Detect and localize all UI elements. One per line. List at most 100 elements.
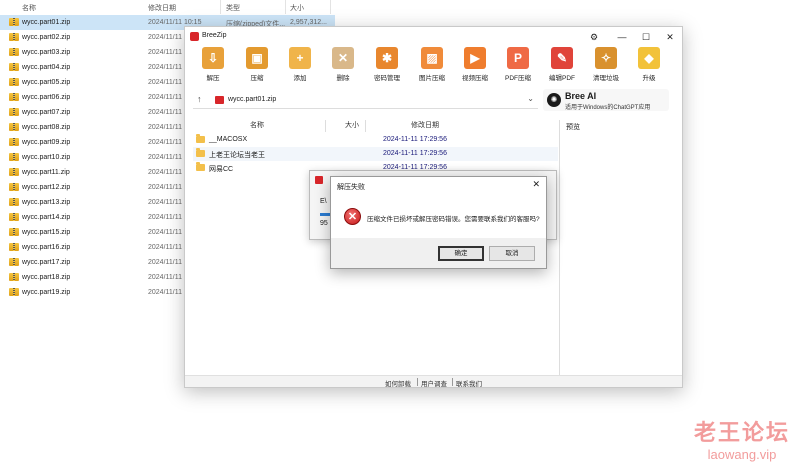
file-date: 2024/11/11 <box>148 169 182 176</box>
zip-folder-icon <box>9 93 19 101</box>
file-date: 2024/11/11 <box>148 289 182 296</box>
explorer-header: 名称 修改日期 类型 大小 <box>0 0 335 14</box>
file-date: 2024/11/11 <box>148 229 182 236</box>
file-date: 2024/11/11 <box>148 199 182 206</box>
file-date: 2024/11/11 <box>148 94 182 101</box>
error-title: 解压失败 <box>337 184 365 191</box>
toolbar-button-pdf-compress[interactable]: P PDF压缩 <box>496 47 540 87</box>
error-body: ✕ 压缩文件已损坏或解压密码错误。您需要联系我们的客服吗? <box>331 194 546 238</box>
column-name[interactable]: 名称 <box>250 120 264 132</box>
zip-folder-icon <box>9 213 19 221</box>
settings-icon[interactable]: ⚙ <box>585 30 603 44</box>
error-icon: ✕ <box>344 208 361 225</box>
header-type[interactable]: 类型 <box>226 3 240 13</box>
toolbar-button-video-compress[interactable]: ▶ 视频压缩 <box>453 47 497 87</box>
zip-folder-icon <box>9 108 19 116</box>
survey-link[interactable]: 用户调查 <box>421 378 447 388</box>
breezip-logo-icon <box>190 32 199 41</box>
file-date: 2024/11/11 <box>148 214 182 221</box>
header-size[interactable]: 大小 <box>290 3 304 13</box>
column-size[interactable]: 大小 <box>345 120 359 132</box>
file-name: wycc.part13.zip <box>22 199 71 206</box>
status-bar: 如何卸载 用户调查 联系我们 <box>185 375 682 388</box>
file-name: wycc.part11.zip <box>22 169 70 176</box>
toolbar: ⇩ 解压 ▣ 压缩 + 添加 ✕ 删除 ✱ 密码管理 ▨ 图片压缩 ▶ 视频压缩 P PDF压缩 ✎ 编辑PDF ✧… <box>185 47 682 89</box>
bree-ai-banner[interactable]: ✺ Bree AI 适用于Windows的ChatGPT应用 <box>543 89 669 111</box>
file-date: 2024/11/11 <box>148 274 182 281</box>
file-name: wycc.part10.zip <box>22 154 71 161</box>
close-button[interactable]: ✕ <box>661 30 679 44</box>
cancel-button[interactable]: 取消 <box>489 246 535 261</box>
file-date: 2024/11/11 <box>148 139 182 146</box>
zip-folder-icon <box>9 123 19 131</box>
title-bar: BreeZip ⚙ — ☐ ✕ <box>185 27 682 47</box>
toolbar-button-delete[interactable]: ✕ 删除 <box>321 47 365 87</box>
zip-folder-icon <box>9 138 19 146</box>
file-name: wycc.part17.zip <box>22 259 71 266</box>
ok-button[interactable]: 确定 <box>438 246 484 261</box>
watermark-title: 老王论坛 <box>693 420 790 445</box>
toolbar-button-add[interactable]: + 添加 <box>278 47 322 87</box>
file-date: 2024/11/11 <box>148 244 182 251</box>
toolbar-button-compress[interactable]: ▣ 压缩 <box>235 47 279 87</box>
contact-link[interactable]: 联系我们 <box>456 378 482 388</box>
progress-path: E\ <box>320 198 327 205</box>
header-name[interactable]: 名称 <box>22 3 36 13</box>
ai-subtitle: 适用于Windows的ChatGPT应用 <box>565 105 651 111</box>
toolbar-button-image-compress[interactable]: ▨ 图片压缩 <box>410 47 454 87</box>
file-name: wycc.part18.zip <box>22 274 71 281</box>
toolbar-label: 压缩 <box>250 75 264 82</box>
breezip-logo-icon <box>315 176 323 184</box>
file-name: wycc.part03.zip <box>22 49 71 56</box>
folder-icon <box>196 134 205 143</box>
toolbar-button-upgrade[interactable]: ◆ 升级 <box>627 47 671 87</box>
close-icon[interactable]: ✕ <box>532 179 540 190</box>
file-size: 2,957,312... <box>290 19 327 26</box>
file-name: wycc.part12.zip <box>22 184 71 191</box>
archive-row[interactable]: 上老王论坛当老王 2024-11-11 17:29:56 <box>193 147 558 161</box>
file-name: wycc.part01.zip <box>22 19 71 26</box>
entry-date: 2024-11-11 17:29:56 <box>383 136 447 143</box>
add-icon: + <box>289 47 311 69</box>
toolbar-label: 清理垃圾 <box>593 75 619 82</box>
toolbar-button-edit-pdf[interactable]: ✎ 编辑PDF <box>540 47 584 87</box>
entry-date: 2024-11-11 17:29:56 <box>383 150 447 157</box>
file-name: wycc.part04.zip <box>22 64 71 71</box>
column-date[interactable]: 修改日期 <box>411 120 439 132</box>
entry-name: __MACOSX <box>209 136 248 143</box>
uninstall-link[interactable]: 如何卸载 <box>385 378 411 388</box>
file-date: 2024/11/11 <box>148 64 182 71</box>
file-date: 2024/11/11 <box>148 184 182 191</box>
archive-row[interactable]: __MACOSX 2024-11-11 17:29:56 <box>193 133 558 147</box>
file-name: wycc.part14.zip <box>22 214 71 221</box>
folder-icon <box>196 162 205 171</box>
toolbar-button-clean[interactable]: ✧ 清理垃圾 <box>584 47 628 87</box>
zip-folder-icon <box>9 168 19 176</box>
chevron-down-icon[interactable]: ⌄ <box>527 94 534 103</box>
ai-title: Bree AI <box>565 91 597 101</box>
zip-folder-icon <box>9 258 19 266</box>
zip-folder-icon <box>9 243 19 251</box>
error-dialog: 解压失败 ✕ ✕ 压缩文件已损坏或解压密码错误。您需要联系我们的客服吗? 确定 … <box>330 176 547 269</box>
toolbar-label: 编辑PDF <box>549 75 575 82</box>
zip-folder-icon <box>9 288 19 296</box>
file-name: wycc.part06.zip <box>22 94 71 101</box>
compress-icon: ▣ <box>246 47 268 69</box>
toolbar-button-extract[interactable]: ⇩ 解压 <box>191 47 235 87</box>
entry-name: 网易CC <box>209 166 234 173</box>
maximize-button[interactable]: ☐ <box>637 30 655 44</box>
address-path: wycc.part01.zip <box>228 96 277 103</box>
error-message: 压缩文件已损坏或解压密码错误。您需要联系我们的客服吗? <box>367 216 540 223</box>
address-bar[interactable]: ↑ wycc.part01.zip ⌄ <box>193 91 538 109</box>
entry-name: 上老王论坛当老王 <box>209 152 265 159</box>
minimize-button[interactable]: — <box>613 30 631 44</box>
zip-folder-icon <box>9 78 19 86</box>
header-date[interactable]: 修改日期 <box>148 3 176 13</box>
toolbar-button-password[interactable]: ✱ 密码管理 <box>365 47 409 87</box>
edit-pdf-icon: ✎ <box>551 47 573 69</box>
file-name: wycc.part15.zip <box>22 229 71 236</box>
up-arrow-icon[interactable]: ↑ <box>197 94 202 104</box>
watermark-url: laowang.vip <box>707 447 777 462</box>
preview-pane: 预览 <box>559 120 683 375</box>
zip-folder-icon <box>9 153 19 161</box>
